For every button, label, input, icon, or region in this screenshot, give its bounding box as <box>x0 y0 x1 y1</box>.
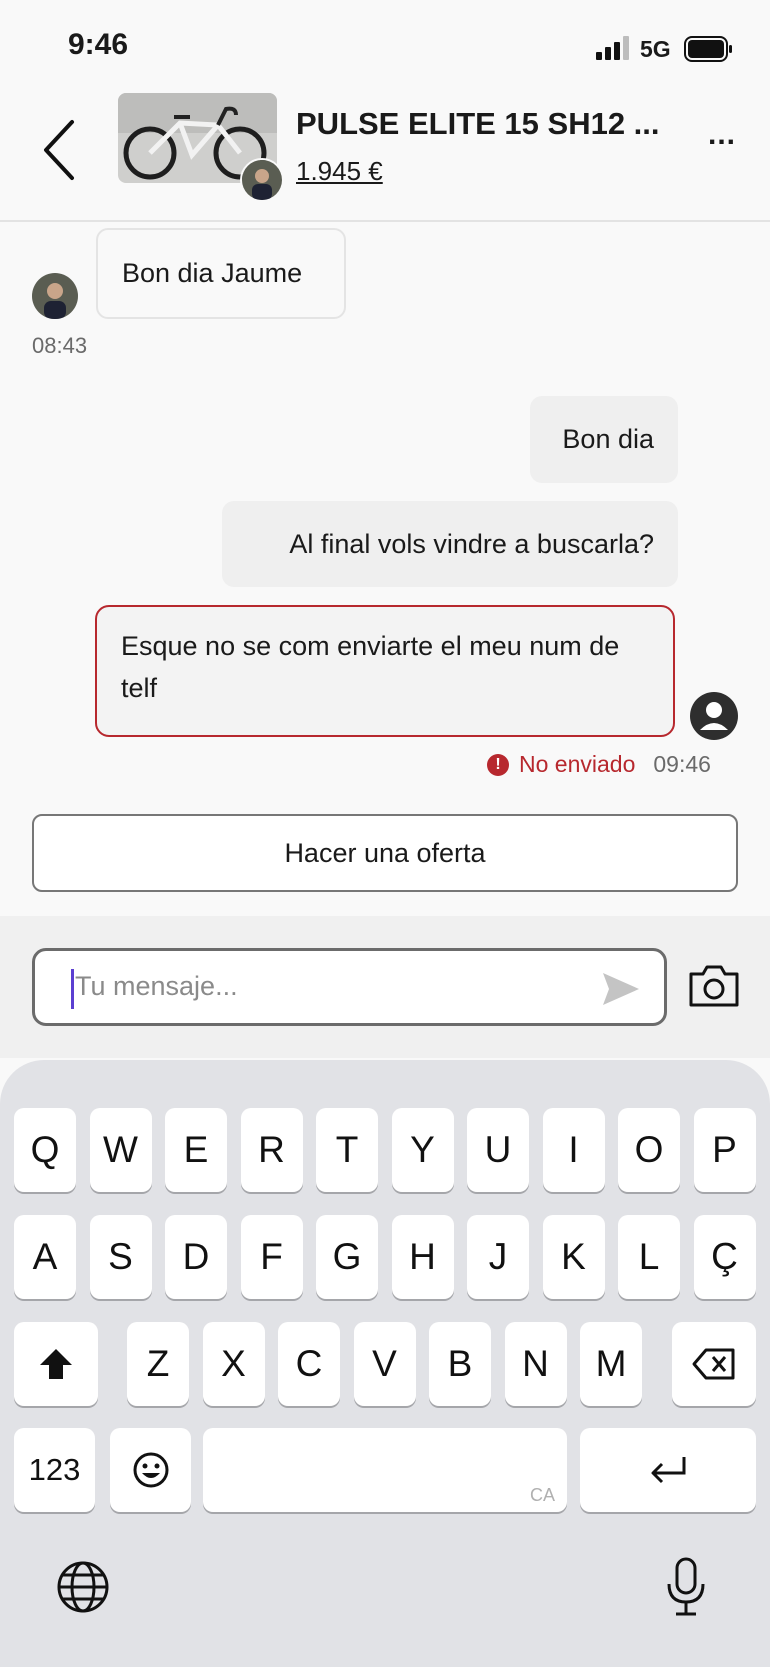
failed-message[interactable]: Esque no se com enviarte el meu num de t… <box>95 605 675 737</box>
key-n[interactable]: N <box>504 1322 567 1406</box>
key-y[interactable]: Y <box>391 1108 454 1192</box>
signal-icon <box>596 36 629 60</box>
more-options-button[interactable]: ... <box>700 120 744 160</box>
incoming-message[interactable]: Bon dia Jaume <box>96 228 346 319</box>
key-e[interactable]: E <box>165 1108 227 1192</box>
keyboard: QWERTYUIOP ASDFGHJKLÇ ZXCVBNM 123 CA <box>0 1060 770 1667</box>
key-x[interactable]: X <box>202 1322 265 1406</box>
space-key[interactable]: CA <box>203 1428 567 1512</box>
send-icon[interactable] <box>601 971 641 1007</box>
composer-bar: Tu mensaje... <box>0 916 770 1058</box>
globe-icon[interactable] <box>56 1560 110 1614</box>
outgoing-message[interactable]: Al final vols vindre a buscarla? <box>222 501 678 587</box>
key-g[interactable]: G <box>316 1215 378 1299</box>
return-key[interactable] <box>580 1428 756 1512</box>
message-text: Al final vols vindre a buscarla? <box>289 528 654 559</box>
key-z[interactable]: Z <box>127 1322 189 1406</box>
back-button[interactable] <box>36 104 82 196</box>
chevron-left-icon <box>44 120 74 180</box>
camera-icon[interactable] <box>688 964 740 1008</box>
key-w[interactable]: W <box>89 1108 152 1192</box>
send-status[interactable]: ! No enviado 09:46 <box>487 751 711 778</box>
user-avatar[interactable] <box>690 692 738 740</box>
key-j[interactable]: J <box>467 1215 529 1299</box>
outgoing-message[interactable]: Bon dia <box>530 396 678 483</box>
message-text: Esque no se com enviarte el meu num de t… <box>121 631 620 703</box>
shift-icon <box>40 1349 72 1379</box>
error-icon: ! <box>487 753 509 776</box>
not-sent-label: No enviado <box>519 751 636 777</box>
input-placeholder: Tu mensaje... <box>75 971 238 1001</box>
shift-key[interactable] <box>14 1322 98 1406</box>
product-title[interactable]: PULSE ELITE 15 SH12 ... <box>296 106 660 142</box>
numbers-key[interactable]: 123 <box>14 1428 95 1512</box>
key-i[interactable]: I <box>542 1108 605 1192</box>
key-o[interactable]: O <box>618 1108 680 1192</box>
key-h[interactable]: H <box>391 1215 454 1299</box>
seller-avatar[interactable] <box>32 273 78 319</box>
avatar-photo <box>32 273 78 319</box>
key-t[interactable]: T <box>316 1108 378 1192</box>
key-b[interactable]: B <box>429 1322 491 1406</box>
message-time: 09:46 <box>653 751 711 777</box>
microphone-icon[interactable] <box>664 1556 708 1618</box>
key-u[interactable]: U <box>467 1108 529 1192</box>
message-input[interactable]: Tu mensaje... <box>32 948 667 1026</box>
backspace-key[interactable] <box>672 1322 756 1406</box>
user-icon <box>700 702 728 730</box>
key-v[interactable]: V <box>353 1322 416 1406</box>
product-price[interactable]: 1.945 € <box>296 156 383 187</box>
chat-header: PULSE ELITE 15 SH12 ... 1.945 € ... <box>0 80 770 222</box>
message-text: Bon dia <box>562 424 654 454</box>
message-time: 08:43 <box>32 333 88 358</box>
key-l[interactable]: L <box>618 1215 680 1299</box>
emoji-icon <box>133 1452 168 1488</box>
keyboard-language: CA <box>529 1485 555 1505</box>
status-time: 9:46 <box>68 28 129 61</box>
key-ç[interactable]: Ç <box>693 1215 756 1299</box>
network-label: 5G <box>640 36 671 62</box>
emoji-key[interactable] <box>110 1428 191 1512</box>
return-icon <box>651 1457 686 1484</box>
key-p[interactable]: P <box>693 1108 756 1192</box>
key-f[interactable]: F <box>240 1215 303 1299</box>
key-m[interactable]: M <box>580 1322 642 1406</box>
key-k[interactable]: K <box>542 1215 605 1299</box>
key-s[interactable]: S <box>89 1215 152 1299</box>
key-q[interactable]: Q <box>14 1108 76 1192</box>
key-a[interactable]: A <box>14 1215 76 1299</box>
key-r[interactable]: R <box>240 1108 303 1192</box>
text-cursor <box>71 969 74 1009</box>
backspace-icon <box>692 1348 735 1380</box>
message-text: Bon dia Jaume <box>122 258 303 288</box>
make-offer-button[interactable]: Hacer una oferta <box>32 814 738 892</box>
key-c[interactable]: C <box>278 1322 340 1406</box>
seller-avatar[interactable] <box>240 158 284 202</box>
battery-icon <box>684 36 732 62</box>
avatar-photo <box>242 160 282 200</box>
key-d[interactable]: D <box>165 1215 227 1299</box>
